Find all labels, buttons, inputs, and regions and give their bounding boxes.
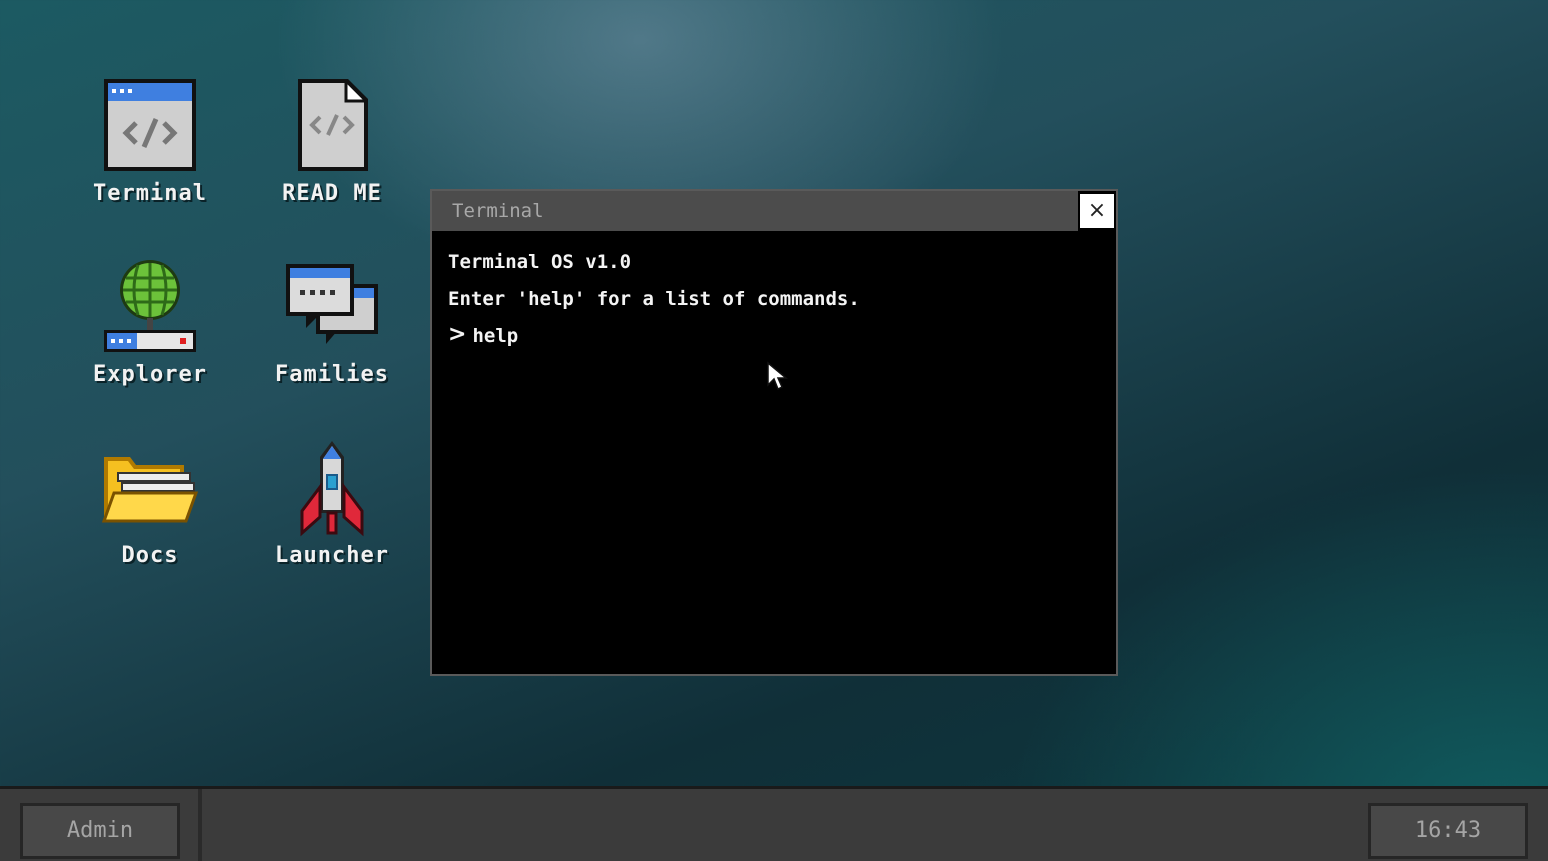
prompt-chevron-icon: > [448, 322, 467, 347]
desktop-icon-explorer[interactable]: Explorer [75, 256, 225, 406]
terminal-code-window-icon [100, 75, 200, 175]
desktop-icon-readme[interactable]: READ ME [257, 75, 407, 225]
globe-network-icon [100, 256, 200, 356]
desktop-icon-launcher[interactable]: Launcher [257, 437, 407, 587]
desktop-icon-label: READ ME [282, 181, 382, 206]
window-title: Terminal [452, 200, 544, 222]
taskbar-divider [198, 789, 202, 861]
mouse-pointer-icon [767, 361, 788, 391]
user-button[interactable]: Admin [20, 803, 180, 859]
window-titlebar[interactable]: Terminal [432, 191, 1078, 231]
taskbar: Admin 16:43 [0, 786, 1548, 861]
folder-icon [100, 437, 200, 537]
rocket-icon [282, 437, 382, 537]
desktop-icon-label: Docs [121, 543, 179, 568]
desktop-icon-families[interactable]: Families [257, 256, 407, 406]
desktop-icon-label: Launcher [275, 543, 389, 568]
terminal-line-hint: Enter 'help' for a list of commands. [448, 288, 860, 310]
desktop-icon-terminal[interactable]: Terminal [75, 75, 225, 225]
terminal-prompt-line[interactable]: > help [448, 323, 1100, 360]
chat-bubbles-icon [282, 256, 382, 356]
close-icon: × [1087, 198, 1107, 223]
terminal-line-version: Terminal OS v1.0 [448, 251, 632, 273]
clock: 16:43 [1368, 803, 1528, 859]
desktop-icon-docs[interactable]: Docs [75, 437, 225, 587]
desktop: Terminal READ ME Explorer Families Docs … [0, 0, 1548, 786]
terminal-output[interactable]: Terminal OS v1.0 Enter 'help' for a list… [448, 249, 1100, 658]
desktop-icon-label: Terminal [93, 181, 207, 206]
close-button[interactable]: × [1080, 194, 1114, 228]
code-document-icon [282, 75, 382, 175]
terminal-window[interactable]: Terminal × Terminal OS v1.0 Enter 'help'… [430, 189, 1118, 676]
desktop-icon-label: Explorer [93, 362, 207, 387]
terminal-command-input[interactable]: help [472, 323, 518, 349]
desktop-icon-label: Families [275, 362, 389, 387]
